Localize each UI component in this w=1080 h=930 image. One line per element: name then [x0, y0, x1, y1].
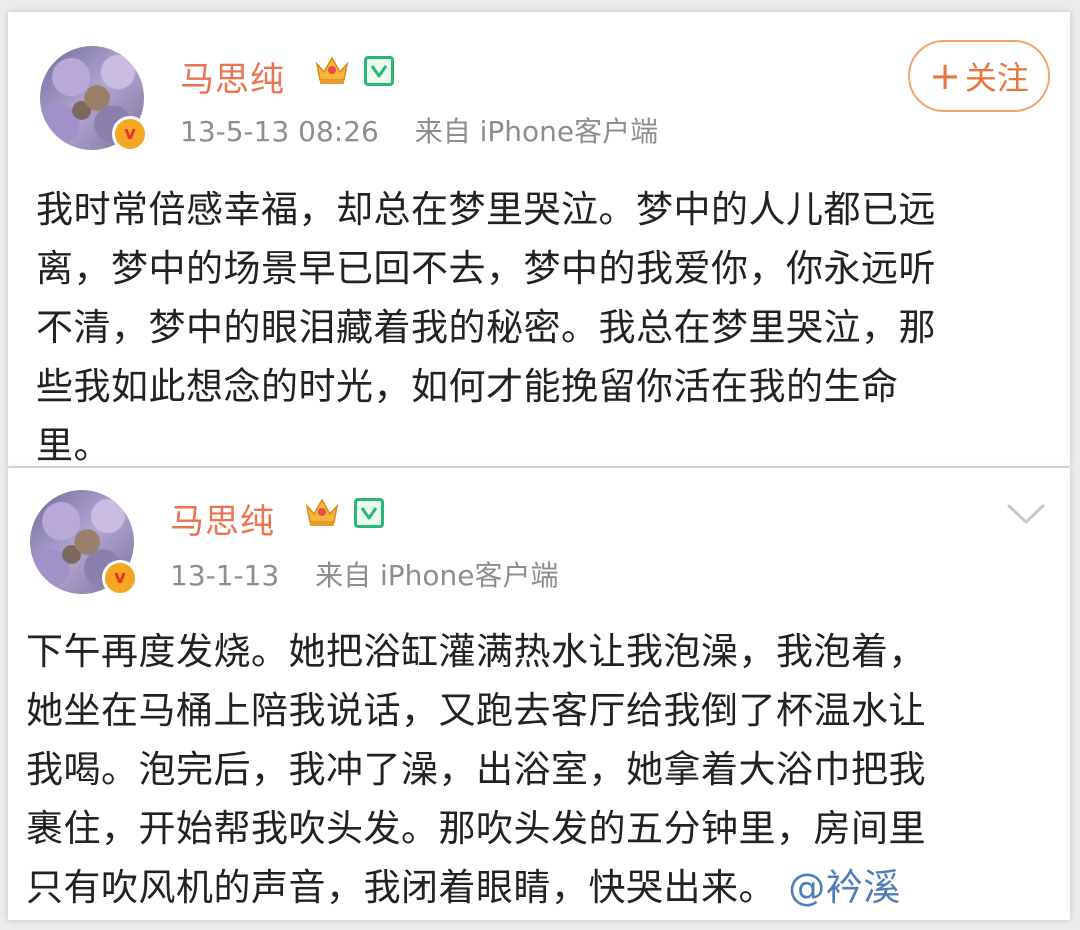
weibo-post-2: v 马思纯 13-1-13 来自 iPhone客户端 下午再度发烧。她把浴缸灌满…	[8, 468, 1070, 920]
mention-link[interactable]: @衿溪	[788, 866, 901, 909]
vip-icon	[364, 56, 394, 86]
username[interactable]: 马思纯	[170, 494, 275, 543]
post-line: 我喝。泡完后，我冲了澡，出浴室，她拿着大浴巾把我	[26, 748, 926, 791]
verified-badge-icon: v	[102, 560, 138, 596]
post-source: 来自 iPhone客户端	[315, 559, 559, 592]
screenshot-frame: v 马思纯 13-5-13 08:26 来自 iPhone客户端 + 关注 我时…	[0, 0, 1080, 930]
post-line: 她坐在马桶上陪我说话，又跑去客厅给我倒了杯温水让	[26, 689, 926, 732]
post-line: 裹住，开始帮我吹头发。那吹头发的五分钟里，房间里	[26, 807, 926, 850]
weibo-post-1: v 马思纯 13-5-13 08:26 来自 iPhone客户端 + 关注 我时…	[8, 12, 1070, 467]
crown-icon	[315, 56, 349, 84]
post-meta: 13-5-13 08:26 来自 iPhone客户端	[180, 110, 658, 150]
vip-icon	[354, 498, 384, 528]
post-timestamp: 13-1-13	[170, 559, 280, 592]
chevron-down-icon[interactable]	[1006, 502, 1046, 526]
post-line: 下午再度发烧。她把浴缸灌满热水让我泡澡，我泡着，	[26, 630, 926, 673]
crown-icon	[305, 498, 339, 526]
follow-button[interactable]: + 关注	[908, 40, 1050, 112]
post-meta: 13-1-13 来自 iPhone客户端	[170, 554, 559, 594]
post-source: 来自 iPhone客户端	[414, 115, 659, 148]
verified-badge-icon: v	[112, 116, 148, 152]
post-line: 些我如此想念的时光，如何才能挽留你活在我的生命	[36, 365, 899, 408]
plus-icon: +	[929, 54, 961, 98]
follow-label: 关注	[964, 59, 1029, 97]
post-line: 我时常倍感幸福，却总在梦里哭泣。梦中的人儿都已远	[36, 188, 936, 231]
post-line: 不清，梦中的眼泪藏着我的秘密。我总在梦里哭泣，那	[36, 306, 936, 349]
post-body: 下午再度发烧。她把浴缸灌满热水让我泡澡，我泡着， 她坐在马桶上陪我说话，又跑去客…	[26, 622, 926, 917]
post-line: 里。	[36, 424, 111, 467]
post-line-text: 只有吹风机的声音，我闭着眼睛，快哭出来。	[26, 866, 776, 909]
post-timestamp: 13-5-13 08:26	[180, 115, 379, 148]
username[interactable]: 马思纯	[180, 52, 285, 101]
post-line: 离，梦中的场景早已回不去，梦中的我爱你，你永远听	[36, 247, 936, 290]
post-body: 我时常倍感幸福，却总在梦里哭泣。梦中的人儿都已远 离，梦中的场景早已回不去，梦中…	[36, 180, 936, 475]
post-line: 只有吹风机的声音，我闭着眼睛，快哭出来。 @衿溪	[26, 858, 926, 917]
